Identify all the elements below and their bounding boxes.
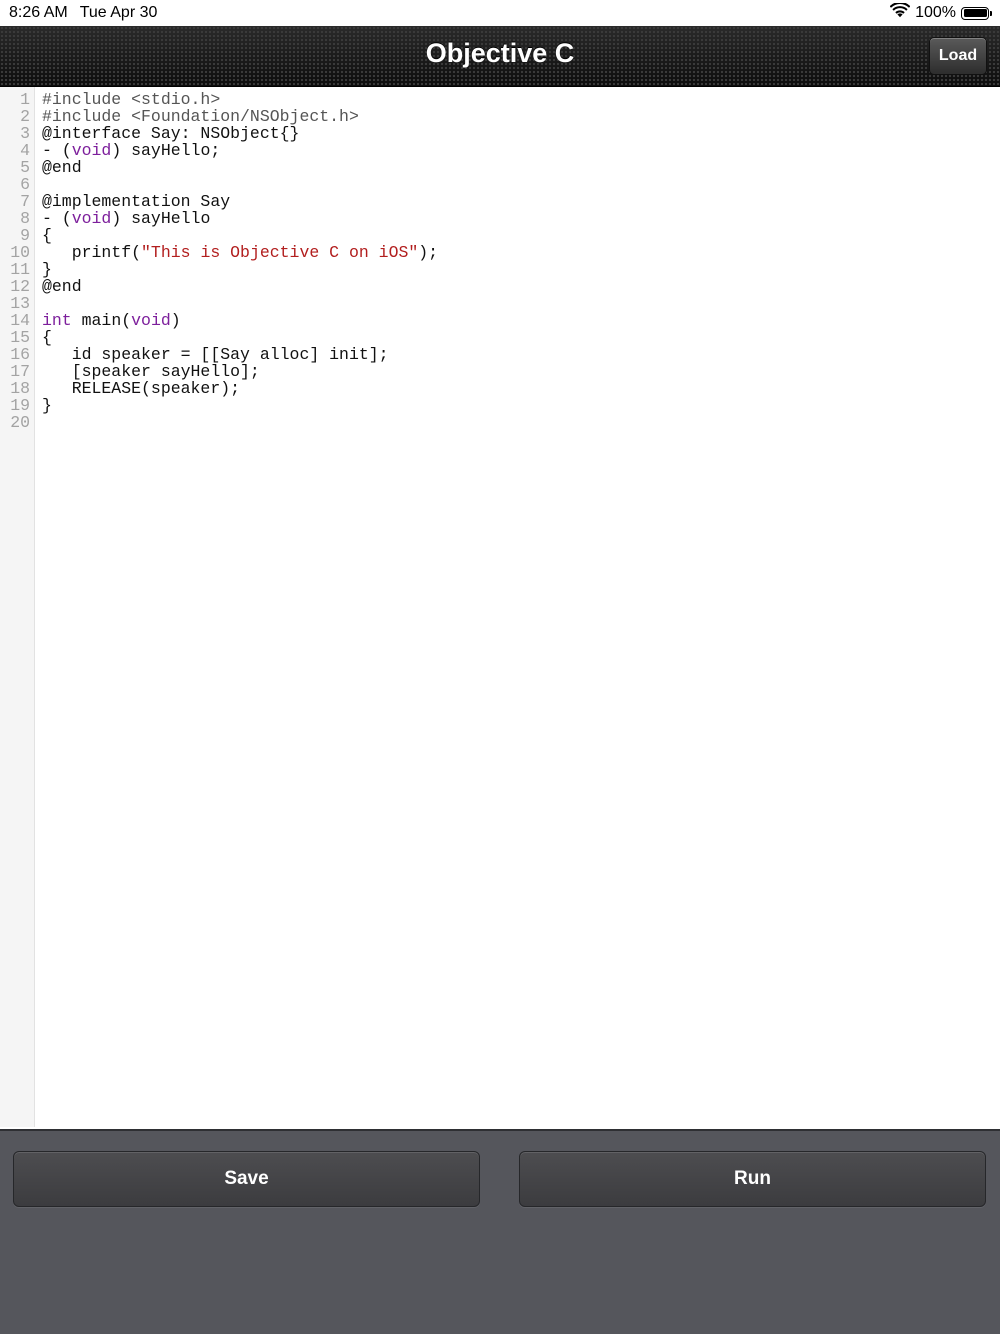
code-token: ) sayHello; (111, 141, 221, 160)
code-token: main( (71, 311, 132, 330)
line-code: - (void) sayHello (42, 210, 210, 227)
code-editor[interactable]: 1 #include <stdio.h> 2 #include <Foundation… (0, 87, 1000, 1127)
status-left: 8:26 AM Tue Apr 30 (9, 4, 157, 22)
line-code: @end (42, 278, 82, 295)
line-number: 7 (20, 192, 30, 211)
line-code: } (42, 397, 52, 414)
line-number: 10 (10, 243, 30, 262)
line-code: #include <Foundation/NSObject.h> (42, 108, 359, 125)
status-bar: 8:26 AM Tue Apr 30 100% (0, 0, 1000, 26)
line-number: 1 (20, 90, 30, 109)
battery-icon (961, 6, 992, 20)
line-number: 2 (20, 107, 30, 126)
line-code: #include <stdio.h> (42, 91, 220, 108)
code-token: void (131, 311, 171, 330)
line-code: int main(void) (42, 312, 181, 329)
code-token: printf( (42, 243, 142, 262)
line-number: 8 (20, 209, 30, 228)
line-code: - (void) sayHello; (42, 142, 220, 159)
line-code: @implementation Say (42, 193, 230, 210)
navigation-bar: Objective C Load (0, 26, 1000, 87)
line-number: 3 (20, 124, 30, 143)
line-number: 13 (10, 294, 30, 313)
line-number: 20 (10, 413, 30, 432)
line-code: RELEASE(speaker); (42, 380, 240, 397)
line-number: 11 (10, 260, 30, 279)
code-token: } (42, 396, 52, 415)
line-number: 16 (10, 345, 30, 364)
save-button[interactable]: Save (13, 1151, 480, 1207)
code-token: @end (42, 277, 82, 296)
code-token: void (71, 209, 112, 228)
line-number: 17 (10, 362, 30, 381)
battery-level-fill (963, 9, 987, 17)
code-token: ) sayHello (111, 209, 211, 228)
load-button[interactable]: Load (929, 37, 987, 75)
line-code: } (42, 261, 52, 278)
line-code: { (42, 227, 52, 244)
line-code: [speaker sayHello]; (42, 363, 260, 380)
line-number: 5 (20, 158, 30, 177)
code-token: @end (42, 158, 82, 177)
line-code: @interface Say: NSObject{} (42, 125, 299, 142)
bottom-toolbar: Save Run (0, 1129, 1000, 1334)
battery-percent: 100% (915, 4, 956, 21)
wifi-icon (889, 1, 911, 23)
code-token: ) (170, 311, 181, 330)
battery-body (961, 6, 989, 20)
line-number: 12 (10, 277, 30, 296)
battery-cap (990, 10, 992, 16)
line-code: @end (42, 159, 82, 176)
line-number: 19 (10, 396, 30, 415)
code-token: ); (418, 243, 439, 262)
line-code: { (42, 329, 52, 346)
line-number: 6 (20, 175, 30, 194)
line-number: 14 (10, 311, 30, 330)
run-button[interactable]: Run (519, 1151, 986, 1207)
code-token: RELEASE(speaker); (42, 379, 241, 398)
line-number: 4 (20, 141, 30, 160)
code-token: "This is Objective C on iOS" (141, 243, 419, 262)
line-code: printf("This is Objective C on iOS"); (42, 244, 438, 261)
line-number: 9 (20, 226, 30, 245)
page-title: Objective C (425, 38, 575, 68)
line-code: id speaker = [[Say alloc] init]; (42, 346, 389, 363)
status-date: Tue Apr 30 (79, 4, 158, 21)
line-number: 15 (10, 328, 30, 347)
status-time: 8:26 AM (9, 4, 68, 21)
status-right: 100% (889, 1, 992, 23)
line-number: 18 (10, 379, 30, 398)
